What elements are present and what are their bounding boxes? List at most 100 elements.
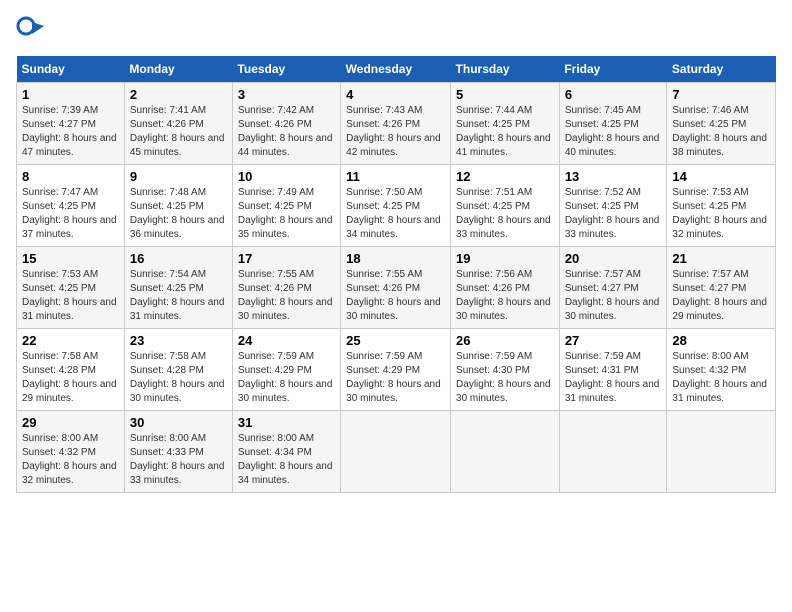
- calendar-cell: 17Sunrise: 7:55 AMSunset: 4:26 PMDayligh…: [232, 247, 340, 329]
- calendar-cell: 4 Sunrise: 7:43 AMSunset: 4:26 PMDaylight…: [341, 83, 451, 165]
- day-info: Sunrise: 7:57 AMSunset: 4:27 PMDaylight:…: [672, 268, 770, 324]
- day-info: Sunrise: 7:49 AMSunset: 4:25 PMDaylight:…: [238, 186, 335, 242]
- day-number: 8: [22, 169, 119, 184]
- calendar-cell: 2 Sunrise: 7:41 AMSunset: 4:26 PMDaylight…: [124, 83, 232, 165]
- calendar-cell: 12 Sunrise: 7:51 AMSunset: 4:25 PMDayligh…: [451, 165, 560, 247]
- day-number: 3: [238, 87, 335, 102]
- day-number: 5: [456, 87, 554, 102]
- calendar-cell: 6Sunrise: 7:45 AMSunset: 4:25 PMDaylight…: [559, 83, 667, 165]
- calendar-cell: 8 Sunrise: 7:47 AMSunset: 4:25 PMDaylight…: [17, 165, 125, 247]
- day-number: 22: [22, 333, 119, 348]
- day-info: Sunrise: 7:42 AMSunset: 4:26 PMDaylight:…: [238, 104, 335, 160]
- day-info: Sunrise: 7:53 AMSunset: 4:25 PMDaylight:…: [672, 186, 770, 242]
- calendar-cell: 13 Sunrise: 7:52 AMSunset: 4:25 PMDayligh…: [559, 165, 667, 247]
- day-number: 25: [346, 333, 445, 348]
- day-number: 16: [130, 251, 227, 266]
- day-info: Sunrise: 7:59 AMSunset: 4:31 PMDaylight:…: [565, 350, 662, 406]
- weekday-header-sunday: Sunday: [17, 56, 125, 83]
- day-info: Sunrise: 7:53 AMSunset: 4:25 PMDaylight:…: [22, 268, 119, 324]
- page-header: [16, 16, 776, 44]
- calendar-cell: [451, 411, 560, 493]
- calendar-cell: 15 Sunrise: 7:53 AMSunset: 4:25 PMDayligh…: [17, 247, 125, 329]
- weekday-header-thursday: Thursday: [451, 56, 560, 83]
- calendar-week-row: 15 Sunrise: 7:53 AMSunset: 4:25 PMDayligh…: [17, 247, 776, 329]
- day-number: 1: [22, 87, 119, 102]
- calendar-cell: 21 Sunrise: 7:57 AMSunset: 4:27 PMDayligh…: [667, 247, 776, 329]
- day-info: Sunrise: 7:58 AMSunset: 4:28 PMDaylight:…: [130, 350, 227, 406]
- logo-icon: [16, 16, 44, 44]
- day-info: Sunrise: 7:58 AMSunset: 4:28 PMDaylight:…: [22, 350, 119, 406]
- calendar-cell: 10 Sunrise: 7:49 AMSunset: 4:25 PMDayligh…: [232, 165, 340, 247]
- day-number: 12: [456, 169, 554, 184]
- calendar-cell: 5Sunrise: 7:44 AMSunset: 4:25 PMDaylight…: [451, 83, 560, 165]
- day-info: Sunrise: 7:39 AMSunset: 4:27 PMDaylight:…: [22, 104, 119, 160]
- calendar-week-row: 1 Sunrise: 7:39 AMSunset: 4:27 PMDaylight…: [17, 83, 776, 165]
- day-number: 29: [22, 415, 119, 430]
- weekday-header-saturday: Saturday: [667, 56, 776, 83]
- day-number: 15: [22, 251, 119, 266]
- calendar-cell: 29 Sunrise: 8:00 AMSunset: 4:32 PMDayligh…: [17, 411, 125, 493]
- weekday-header-monday: Monday: [124, 56, 232, 83]
- calendar-cell: 20 Sunrise: 7:57 AMSunset: 4:27 PMDayligh…: [559, 247, 667, 329]
- day-info: Sunrise: 7:41 AMSunset: 4:26 PMDaylight:…: [130, 104, 227, 160]
- day-number: 10: [238, 169, 335, 184]
- calendar-table: SundayMondayTuesdayWednesdayThursdayFrid…: [16, 56, 776, 493]
- day-info: Sunrise: 7:52 AMSunset: 4:25 PMDaylight:…: [565, 186, 662, 242]
- day-info: Sunrise: 7:48 AMSunset: 4:25 PMDaylight:…: [130, 186, 227, 242]
- day-number: 28: [672, 333, 770, 348]
- calendar-week-row: 8 Sunrise: 7:47 AMSunset: 4:25 PMDaylight…: [17, 165, 776, 247]
- calendar-cell: 31 Sunrise: 8:00 AMSunset: 4:34 PMDayligh…: [232, 411, 340, 493]
- day-info: Sunrise: 8:00 AMSunset: 4:33 PMDaylight:…: [130, 432, 227, 488]
- calendar-header-row: SundayMondayTuesdayWednesdayThursdayFrid…: [17, 56, 776, 83]
- day-info: Sunrise: 7:54 AMSunset: 4:25 PMDaylight:…: [130, 268, 227, 324]
- calendar-cell: 19 Sunrise: 7:56 AMSunset: 4:26 PMDayligh…: [451, 247, 560, 329]
- day-number: 7: [672, 87, 770, 102]
- calendar-cell: [667, 411, 776, 493]
- day-number: 11: [346, 169, 445, 184]
- calendar-cell: 7Sunrise: 7:46 AMSunset: 4:25 PMDaylight…: [667, 83, 776, 165]
- calendar-cell: 24Sunrise: 7:59 AMSunset: 4:29 PMDayligh…: [232, 329, 340, 411]
- day-number: 18: [346, 251, 445, 266]
- day-number: 26: [456, 333, 554, 348]
- weekday-header-friday: Friday: [559, 56, 667, 83]
- calendar-cell: 3 Sunrise: 7:42 AMSunset: 4:26 PMDaylight…: [232, 83, 340, 165]
- day-number: 4: [346, 87, 445, 102]
- day-info: Sunrise: 7:43 AMSunset: 4:26 PMDaylight:…: [346, 104, 445, 160]
- calendar-cell: 14Sunrise: 7:53 AMSunset: 4:25 PMDayligh…: [667, 165, 776, 247]
- day-number: 27: [565, 333, 662, 348]
- calendar-cell: 11 Sunrise: 7:50 AMSunset: 4:25 PMDayligh…: [341, 165, 451, 247]
- day-number: 20: [565, 251, 662, 266]
- day-info: Sunrise: 8:00 AMSunset: 4:32 PMDaylight:…: [672, 350, 770, 406]
- day-number: 31: [238, 415, 335, 430]
- day-number: 23: [130, 333, 227, 348]
- calendar-week-row: 29 Sunrise: 8:00 AMSunset: 4:32 PMDayligh…: [17, 411, 776, 493]
- day-number: 24: [238, 333, 335, 348]
- calendar-cell: 9Sunrise: 7:48 AMSunset: 4:25 PMDaylight…: [124, 165, 232, 247]
- day-number: 13: [565, 169, 662, 184]
- day-info: Sunrise: 7:56 AMSunset: 4:26 PMDaylight:…: [456, 268, 554, 324]
- day-number: 30: [130, 415, 227, 430]
- day-info: Sunrise: 7:50 AMSunset: 4:25 PMDaylight:…: [346, 186, 445, 242]
- day-number: 21: [672, 251, 770, 266]
- calendar-cell: 26 Sunrise: 7:59 AMSunset: 4:30 PMDayligh…: [451, 329, 560, 411]
- day-info: Sunrise: 7:57 AMSunset: 4:27 PMDaylight:…: [565, 268, 662, 324]
- calendar-cell: 23 Sunrise: 7:58 AMSunset: 4:28 PMDayligh…: [124, 329, 232, 411]
- calendar-cell: 18Sunrise: 7:55 AMSunset: 4:26 PMDayligh…: [341, 247, 451, 329]
- logo: [16, 16, 48, 44]
- calendar-week-row: 22 Sunrise: 7:58 AMSunset: 4:28 PMDayligh…: [17, 329, 776, 411]
- day-info: Sunrise: 8:00 AMSunset: 4:32 PMDaylight:…: [22, 432, 119, 488]
- day-number: 19: [456, 251, 554, 266]
- day-number: 2: [130, 87, 227, 102]
- day-info: Sunrise: 7:55 AMSunset: 4:26 PMDaylight:…: [238, 268, 335, 324]
- day-info: Sunrise: 7:47 AMSunset: 4:25 PMDaylight:…: [22, 186, 119, 242]
- day-number: 6: [565, 87, 662, 102]
- day-info: Sunrise: 8:00 AMSunset: 4:34 PMDaylight:…: [238, 432, 335, 488]
- calendar-cell: [341, 411, 451, 493]
- day-info: Sunrise: 7:59 AMSunset: 4:29 PMDaylight:…: [346, 350, 445, 406]
- calendar-cell: 1 Sunrise: 7:39 AMSunset: 4:27 PMDaylight…: [17, 83, 125, 165]
- day-info: Sunrise: 7:51 AMSunset: 4:25 PMDaylight:…: [456, 186, 554, 242]
- weekday-header-tuesday: Tuesday: [232, 56, 340, 83]
- calendar-cell: 22 Sunrise: 7:58 AMSunset: 4:28 PMDayligh…: [17, 329, 125, 411]
- day-info: Sunrise: 7:59 AMSunset: 4:30 PMDaylight:…: [456, 350, 554, 406]
- calendar-cell: 28 Sunrise: 8:00 AMSunset: 4:32 PMDayligh…: [667, 329, 776, 411]
